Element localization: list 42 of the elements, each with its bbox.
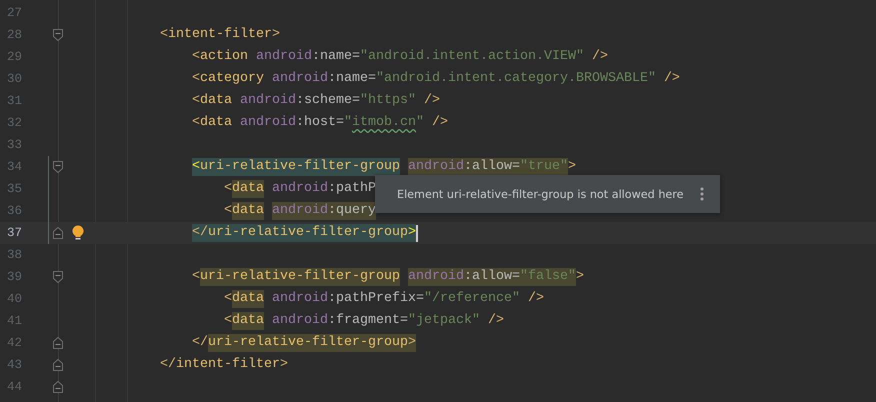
- line-number: 39: [6, 270, 22, 284]
- code-line: <intent-filter>: [160, 26, 280, 44]
- code-line: <action android:name="android.intent.action.VIEW" />: [192, 48, 608, 66]
- code-line: <uri-relative-filter-group android:allow="false">: [192, 268, 584, 286]
- more-icon[interactable]: [700, 187, 704, 201]
- fold-icon[interactable]: [53, 29, 63, 41]
- line-number: 35: [6, 182, 22, 196]
- line-number: 40: [6, 292, 22, 306]
- fold-icon[interactable]: [53, 227, 63, 239]
- line-number: 41: [6, 314, 22, 328]
- line-number: 42: [6, 336, 22, 350]
- fold-icon[interactable]: [53, 337, 63, 349]
- code-line: <uri-relative-filter-group android:allow="true">: [192, 158, 576, 176]
- code-line: <category android:name="android.intent.category.BROWSABLE" />: [192, 70, 680, 88]
- code-line: <data android:host="itmob.cn" />: [192, 114, 448, 132]
- code-line: </uri-relative-filter-group>: [192, 224, 418, 242]
- line-number: 43: [6, 358, 22, 372]
- code-line: </intent-filter>: [160, 356, 288, 374]
- fold-icon[interactable]: [53, 381, 63, 393]
- code-line: <data android:pathP: [224, 180, 376, 198]
- line-number: 38: [6, 248, 22, 262]
- tooltip-text: Element uri-relative-filter-group is not allowed here: [397, 188, 684, 200]
- code-line: <data android:fragment="jetpack" />: [224, 312, 504, 330]
- lightbulb-icon[interactable]: [72, 225, 84, 241]
- code-line: <data android:query: [224, 202, 376, 220]
- line-number: 44: [6, 380, 22, 394]
- code-line: </uri-relative-filter-group>: [192, 334, 416, 352]
- fold-icon[interactable]: [53, 359, 63, 371]
- fold-icon[interactable]: [53, 161, 63, 173]
- line-number: 28: [6, 28, 22, 42]
- code-line: <data android:pathPrefix="/reference" />: [224, 290, 544, 308]
- line-number: 32: [6, 116, 22, 130]
- line-number: 37: [6, 226, 22, 240]
- fold-icon[interactable]: [53, 271, 63, 283]
- line-number: 33: [6, 138, 22, 152]
- line-number: 31: [6, 94, 22, 108]
- line-number: 30: [6, 72, 22, 86]
- line-number: 27: [6, 6, 22, 20]
- line-number: 36: [6, 204, 22, 218]
- line-number: 29: [6, 50, 22, 64]
- line-number: 34: [6, 160, 22, 174]
- code-line: <data android:scheme="https" />: [192, 92, 440, 110]
